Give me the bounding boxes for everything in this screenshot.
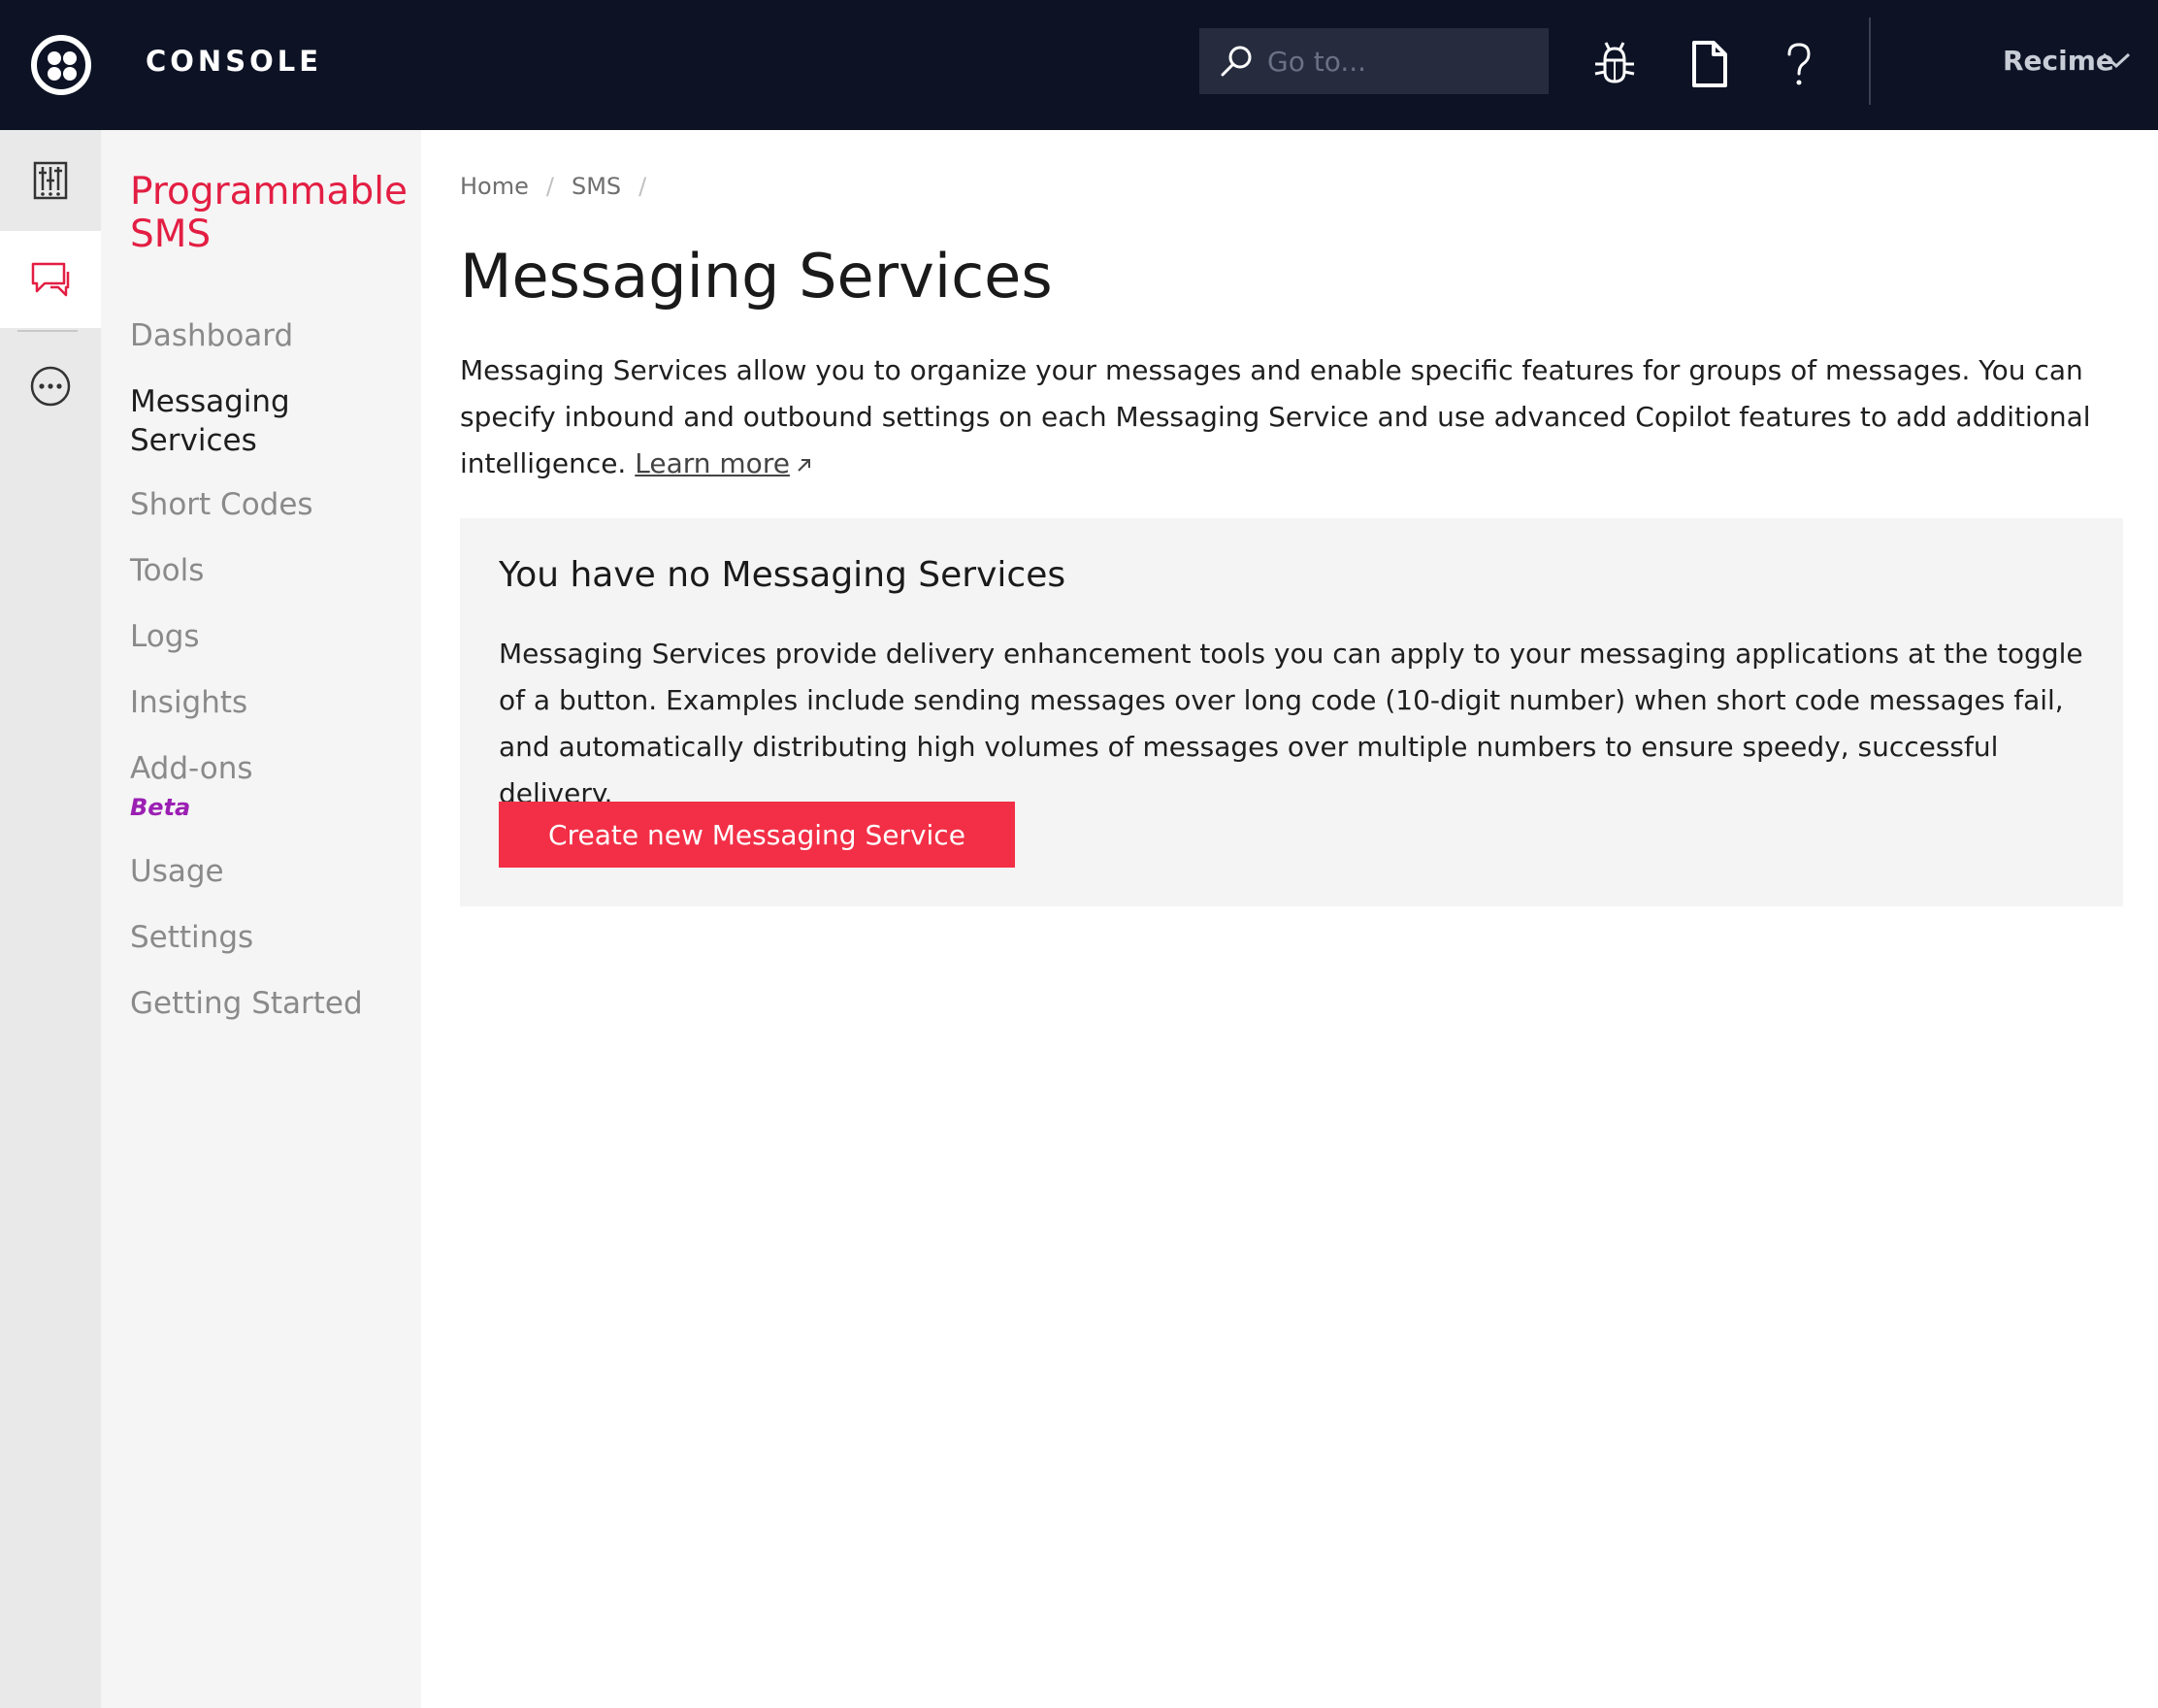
page-title: Messaging Services xyxy=(460,241,1053,312)
breadcrumb-sms[interactable]: SMS xyxy=(572,173,621,200)
breadcrumb-separator: / xyxy=(638,173,647,200)
sidebar-item-add-ons[interactable]: Add-ons xyxy=(130,749,253,788)
more-icon xyxy=(30,366,71,407)
empty-state-title: You have no Messaging Services xyxy=(499,555,1066,595)
product-sidebar: Programmable SMS Dashboard Messaging Ser… xyxy=(101,130,421,1708)
chevron-down-icon[interactable] xyxy=(2102,50,2131,70)
empty-state-panel: You have no Messaging Services Messaging… xyxy=(460,518,2123,906)
search-input[interactable] xyxy=(1267,28,1539,94)
top-bar: CONSOLE Recime xyxy=(0,0,2158,130)
beta-badge: Beta xyxy=(130,794,191,821)
account-name[interactable]: Recime xyxy=(2003,45,2114,77)
external-link-icon xyxy=(798,459,810,472)
breadcrumb-home[interactable]: Home xyxy=(460,173,529,200)
search-box[interactable] xyxy=(1199,28,1549,94)
page-intro: Messaging Services allow you to organize… xyxy=(460,347,2109,487)
rail-item-more[interactable] xyxy=(0,338,101,435)
chat-bubbles-icon xyxy=(31,262,70,297)
help-icon[interactable] xyxy=(1776,39,1822,89)
breadcrumb-separator: / xyxy=(545,173,554,200)
learn-more-link[interactable]: Learn more xyxy=(635,447,790,479)
product-rail xyxy=(0,130,101,1708)
sliders-icon xyxy=(33,161,68,200)
sidebar-item-dashboard[interactable]: Dashboard xyxy=(130,316,293,355)
console-title[interactable]: CONSOLE xyxy=(146,45,322,78)
sidebar-item-insights[interactable]: Insights xyxy=(130,683,247,722)
rail-item-dashboard[interactable] xyxy=(0,132,101,229)
breadcrumb: Home / SMS / xyxy=(460,173,664,200)
sidebar-item-getting-started[interactable]: Getting Started xyxy=(130,984,363,1023)
docs-icon[interactable] xyxy=(1686,39,1733,89)
sidebar-item-settings[interactable]: Settings xyxy=(130,918,253,957)
sidebar-item-logs[interactable]: Logs xyxy=(130,617,200,656)
rail-divider xyxy=(17,330,78,332)
sidebar-item-usage[interactable]: Usage xyxy=(130,852,224,891)
product-title[interactable]: Programmable SMS xyxy=(130,171,411,256)
sidebar-item-messaging-services[interactable]: Messaging Services xyxy=(130,382,392,460)
search-icon xyxy=(1221,46,1252,77)
topbar-divider xyxy=(1869,17,1871,105)
sidebar-item-tools[interactable]: Tools xyxy=(130,551,204,590)
twilio-logo-icon[interactable] xyxy=(31,35,91,95)
debugger-icon[interactable] xyxy=(1591,39,1638,89)
create-messaging-service-button[interactable]: Create new Messaging Service xyxy=(499,802,1015,868)
rail-item-sms[interactable] xyxy=(0,231,101,328)
empty-state-description: Messaging Services provide delivery enha… xyxy=(499,638,2083,809)
sidebar-item-short-codes[interactable]: Short Codes xyxy=(130,485,313,524)
